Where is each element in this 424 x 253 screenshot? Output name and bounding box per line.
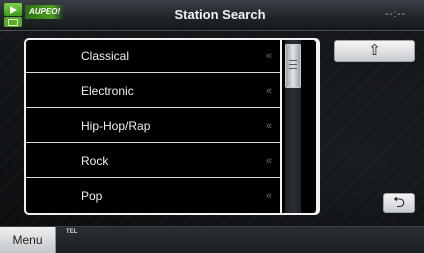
list-item-electronic[interactable]: Electronic «	[26, 75, 280, 108]
chevron-left-icon: «	[266, 155, 273, 167]
chevron-left-icon: «	[266, 85, 273, 97]
screen-icon	[4, 17, 22, 27]
up-arrow-icon: ⇧	[368, 42, 381, 59]
up-button[interactable]: ⇧	[334, 40, 415, 62]
list-item-label: Rock	[81, 154, 109, 168]
clock: --:--	[384, 9, 406, 20]
bottom-bar: Menu TEL	[0, 226, 424, 253]
tel-indicator: TEL	[66, 229, 78, 235]
scroll-track[interactable]	[285, 40, 301, 213]
list-item-label: Hip-Hop/Rap	[81, 119, 151, 133]
chevron-left-icon: «	[266, 120, 273, 132]
list-item-rock[interactable]: Rock «	[26, 145, 280, 178]
list-item-hip-hop-rap[interactable]: Hip-Hop/Rap «	[26, 110, 280, 143]
list-item-classical[interactable]: Classical «	[26, 40, 280, 73]
page-title: Station Search	[174, 7, 266, 22]
play-icon	[4, 3, 22, 16]
list-item-label: Pop	[81, 189, 103, 203]
source-label: AUPEO!	[25, 5, 65, 19]
menu-button[interactable]: Menu	[0, 227, 56, 253]
station-list: Classical « Electronic « Hip-Hop/Rap « R…	[26, 40, 280, 213]
scroll-thumb[interactable]	[285, 44, 301, 88]
chevron-left-icon: «	[266, 50, 273, 62]
list-item-pop[interactable]: Pop «	[26, 180, 280, 213]
list-item-label: Electronic	[81, 84, 134, 98]
chevron-left-icon: «	[266, 190, 273, 202]
return-icon: ⮌	[392, 194, 405, 211]
source-button[interactable]	[4, 3, 22, 27]
header-bar: AUPEO! Station Search --:--	[0, 0, 424, 31]
station-list-panel: Classical « Electronic « Hip-Hop/Rap « R…	[24, 38, 320, 215]
scrollbar[interactable]	[282, 40, 316, 213]
back-button[interactable]: ⮌	[383, 193, 415, 213]
list-item-label: Classical	[81, 49, 130, 63]
